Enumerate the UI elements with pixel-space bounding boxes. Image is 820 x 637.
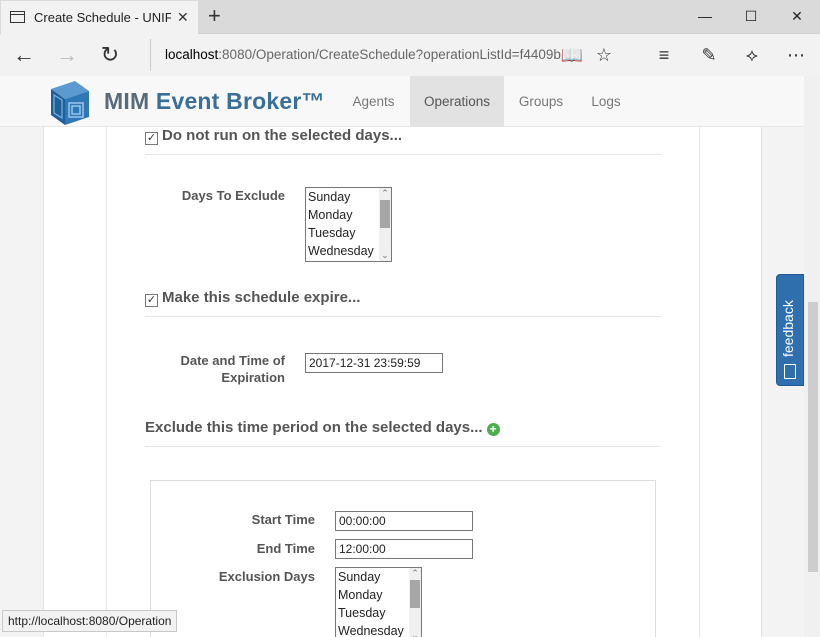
expiration-label: Date and Time of Expiration [150, 352, 285, 386]
scrollbar-thumb[interactable] [410, 580, 420, 608]
expiration-label-line1: Date and Time of [180, 353, 285, 368]
feedback-label: feedback [780, 300, 796, 357]
scroll-up-icon[interactable]: ⌃ [379, 188, 391, 199]
scroll-up-icon[interactable]: ⌃ [409, 568, 421, 579]
status-bar-url: http://localhost:8080/Operation [2, 610, 178, 632]
expire-section-header: ✓ Make this schedule expire... [145, 289, 661, 317]
web-note-icon[interactable]: ✎ [695, 42, 723, 68]
logo-cube-icon [51, 81, 89, 125]
listbox-scrollbar[interactable]: ⌃ ⌄ [409, 568, 421, 637]
brand-mim: MIM [104, 88, 150, 114]
nav-logs[interactable]: Logs [578, 76, 634, 127]
exclude-period-section-title: Exclude this time period on the selected… [145, 419, 483, 436]
expire-section-title: Make this schedule expire... [162, 289, 361, 306]
tab-page-icon [10, 11, 25, 23]
url-field[interactable]: localhost:8080/Operation/CreateSchedule?… [150, 39, 626, 71]
site-header: MIM Event Broker™ Agents Operations Grou… [0, 76, 804, 127]
brand-event-broker: Event Broker™ [155, 88, 325, 114]
end-time-input[interactable]: 12:00:00 [335, 539, 473, 559]
scroll-down-icon[interactable]: ⌄ [379, 250, 391, 261]
refresh-icon[interactable]: ↻ [94, 40, 126, 70]
add-period-icon[interactable]: + [486, 423, 500, 436]
nav-operations[interactable]: Operations [410, 76, 504, 127]
page-scrollbar[interactable] [804, 76, 820, 637]
more-icon[interactable]: ⋯ [782, 42, 810, 68]
nav-agents[interactable]: Agents [339, 76, 408, 127]
close-tab-icon[interactable]: ✕ [177, 9, 189, 26]
favorite-star-icon[interactable]: ☆ [590, 42, 618, 68]
start-time-input[interactable]: 00:00:00 [335, 511, 473, 531]
address-bar: ← → ↻ localhost:8080/Operation/CreateSch… [0, 34, 820, 76]
new-tab-icon[interactable]: + [208, 3, 221, 29]
scroll-down-icon[interactable]: ⌄ [409, 630, 421, 637]
listbox-scrollbar[interactable]: ⌃ ⌄ [379, 188, 391, 261]
days-to-exclude-label: Days To Exclude [181, 188, 285, 203]
exclude-days-section-header: ✓ Do not run on the selected days... [145, 127, 661, 155]
days-to-exclude-listbox[interactable]: Sunday Monday Tuesday Wednesday ⌃ ⌄ [305, 187, 392, 262]
tab-title: Create Schedule - UNIF [34, 10, 171, 25]
url-path: :8080/Operation/CreateSchedule?operation… [218, 47, 561, 62]
minimize-icon[interactable]: — [682, 0, 728, 32]
expire-checkbox[interactable]: ✓ [145, 294, 158, 307]
share-icon[interactable]: ⟡ [738, 42, 766, 68]
nav-groups[interactable]: Groups [507, 76, 575, 127]
exclude-period-section-header: Exclude this time period on the selected… [145, 419, 661, 447]
exclude-days-section-title: Do not run on the selected days... [162, 127, 403, 144]
web-page: MIM Event Broker™ Agents Operations Grou… [0, 76, 804, 637]
feedback-tab[interactable]: feedback [776, 274, 804, 386]
browser-tab[interactable]: Create Schedule - UNIF ✕ [1, 1, 198, 34]
page-scrollbar-thumb[interactable] [808, 302, 818, 572]
exclude-days-checkbox[interactable]: ✓ [145, 132, 158, 145]
exclusion-days-label: Exclusion Days [218, 569, 315, 584]
start-time-label: Start Time [251, 512, 315, 527]
expiration-label-line2: Expiration [221, 370, 285, 385]
back-icon[interactable]: ← [8, 40, 40, 70]
tab-bar: Create Schedule - UNIF ✕ + — ☐ ✕ [0, 0, 820, 34]
exclusion-days-listbox[interactable]: Sunday Monday Tuesday Wednesday ⌃ ⌄ [335, 567, 422, 637]
brand-title[interactable]: MIM Event Broker™ [104, 88, 325, 115]
window-close-icon[interactable]: ✕ [774, 0, 820, 32]
maximize-icon[interactable]: ☐ [728, 0, 774, 32]
scrollbar-thumb[interactable] [380, 200, 390, 228]
end-time-label: End Time [256, 541, 315, 556]
url-host: localhost [165, 47, 219, 62]
feedback-note-icon [784, 364, 796, 379]
reading-view-icon[interactable]: 📖 [558, 42, 586, 68]
expiration-input[interactable]: 2017-12-31 23:59:59 [305, 353, 443, 373]
forward-icon[interactable]: → [51, 40, 83, 70]
hub-icon[interactable]: ≡ [650, 42, 678, 68]
